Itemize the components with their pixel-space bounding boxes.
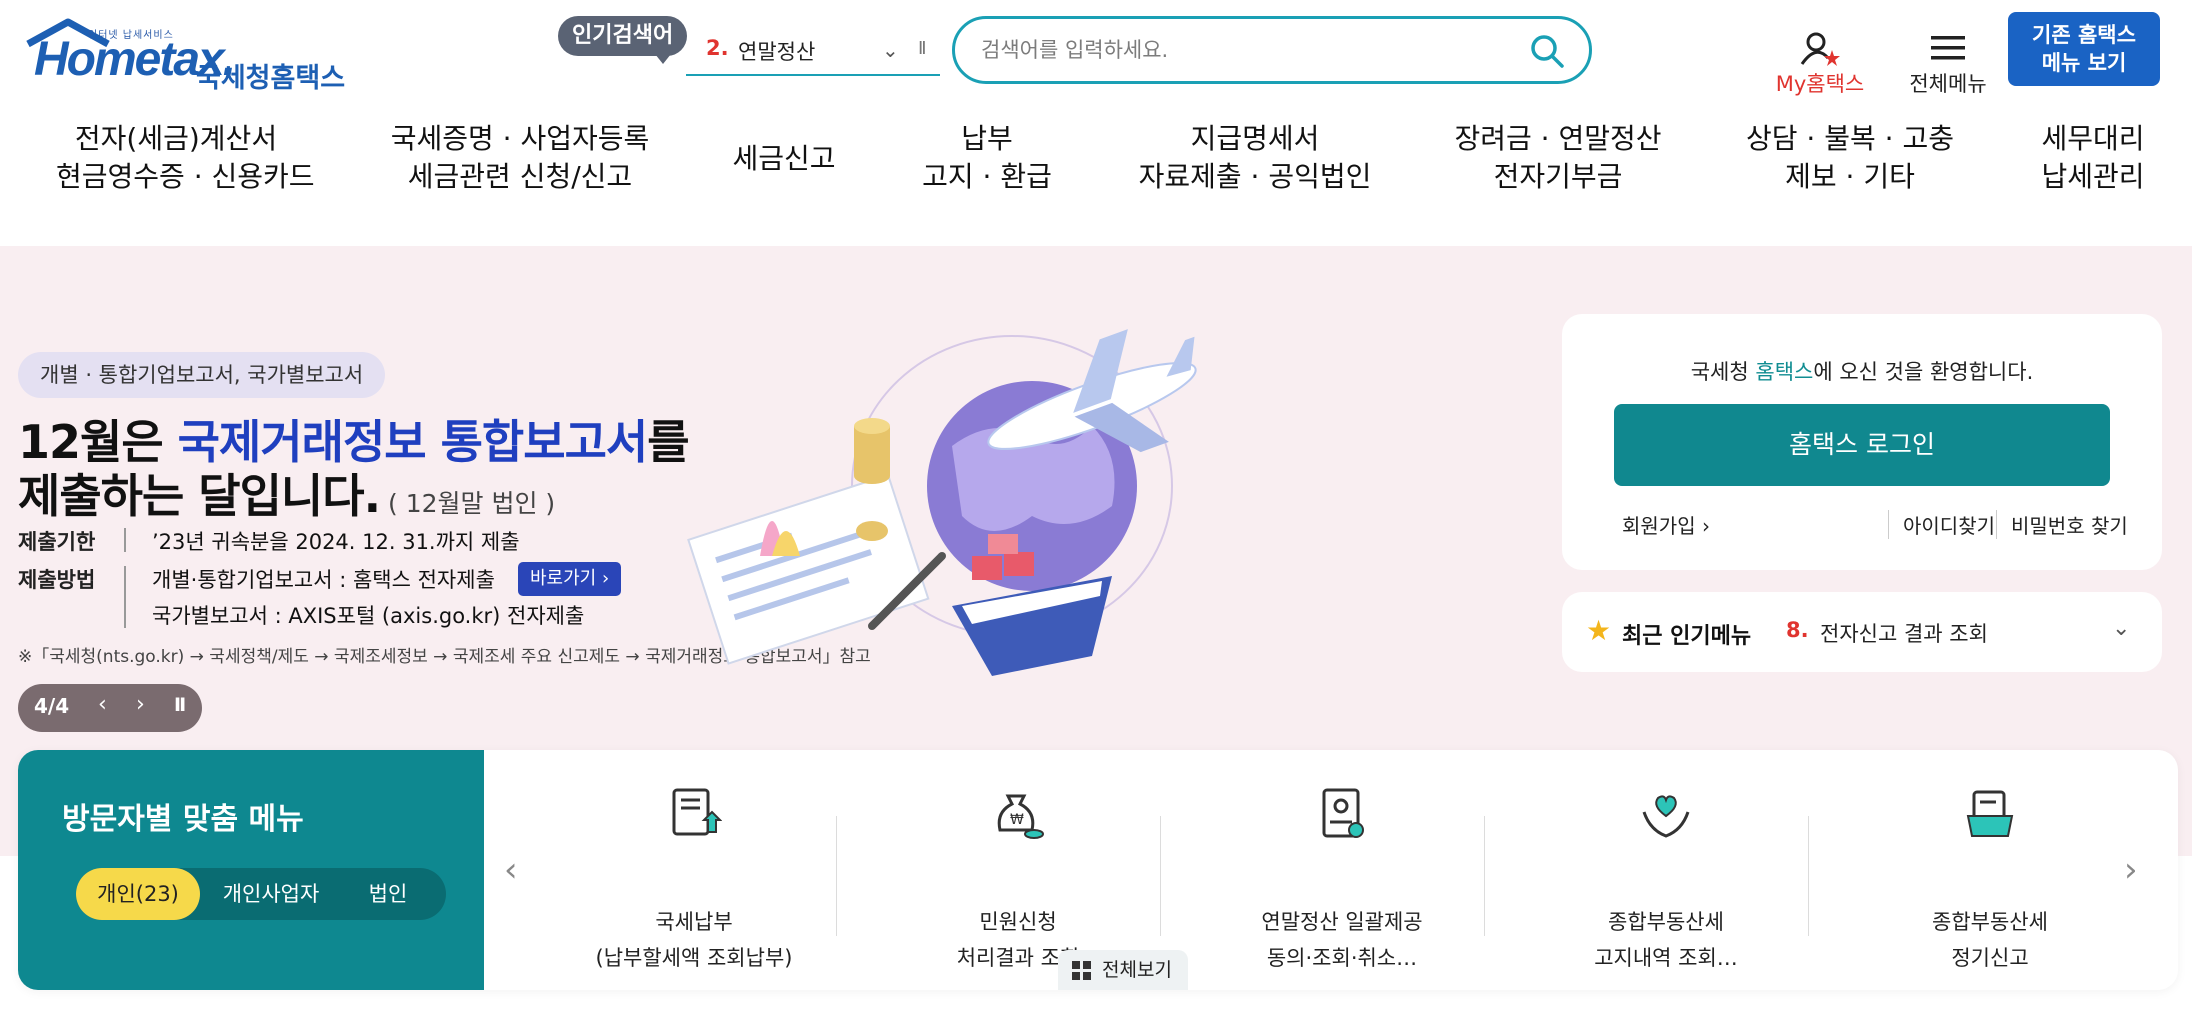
find-id-link[interactable]: 아이디찾기 [1888,510,1995,539]
deadline-label: 제출기한 [18,530,96,554]
folder-document-icon [1966,790,2014,837]
service-line2: 정기신고 [1951,946,2029,970]
service-line2: (납부할세액 조회납부) [595,946,793,970]
legacy-menu-button[interactable]: 기존 홈택스 메뉴 보기 [2008,12,2160,86]
nav-item-incentives[interactable]: 장려금 · 연말정산 전자기부금 [1448,120,1668,196]
divider [836,816,837,936]
method-label: 제출방법 [18,568,96,592]
my-hometax-button[interactable]: My홈택스 [1770,26,1870,96]
recent-item[interactable]: 전자신고 결과 조회 [1820,618,1988,648]
tax-payment-icon [672,788,722,836]
grid-icon [1072,961,1091,980]
all-menu-label: 전체메뉴 [1909,72,1987,96]
nav-item-tax-filing[interactable]: 세금신고 [714,140,854,178]
service-line1: 민원신청 [979,910,1057,934]
deadline-value: ’23년 귀속분을 2024. 12. 31.까지 제출 [152,530,520,554]
divider [124,566,126,628]
heart-hands-icon [1642,795,1690,838]
service-line1: 종합부동산세 [1932,910,2048,934]
tab-individual[interactable]: 개인(23) [76,868,200,920]
method-value-2: 국가별보고서 : AXIS포털 (axis.go.kr) 전자제출 [152,604,585,628]
legacy-line1: 기존 홈택스 [2032,23,2136,47]
chevron-down-icon[interactable]: ⌄ [2112,616,2130,641]
find-password-link[interactable]: 비밀번호 찾기 [1996,510,2128,539]
service-line1: 국세납부 [655,910,733,934]
nav-item-e-invoice[interactable]: 전자(세금)계산서 현금영수증 · 신용카드 [56,120,315,196]
signup-link[interactable]: 회원가입 › [1622,510,1710,539]
popular-search-tag: 인기검색어 [558,16,688,64]
banner-pager: 4/4 ‹ › II [18,684,202,732]
service-line2: 고지내역 조회… [1594,946,1738,970]
pause-icon[interactable]: II [918,38,927,59]
service-line2: 동의·조회·취소… [1266,946,1418,970]
service-tax-payment[interactable]: 국세납부 (납부할세액 조회납부) [574,786,814,970]
hometax-logo[interactable]: 인터넷 납세서비스 Hometax. 국세청홈택스 [20,14,350,94]
search-icon[interactable] [1529,33,1565,69]
my-hometax-label: My홈택스 [1775,72,1865,96]
star-icon: ★ [1586,614,1612,647]
popular-keyword[interactable]: 연말정산 [738,36,815,66]
user-star-icon [1800,32,1840,66]
logo-korean: 국세청홈택스 [196,63,346,94]
chevron-down-icon[interactable]: ⌄ [882,38,899,62]
chevron-right-icon[interactable]: › [2124,850,2138,890]
svg-text:₩: ₩ [1010,812,1024,828]
service-line1: 종합부동산세 [1608,910,1724,934]
service-comprehensive-real-estate-notice[interactable]: 종합부동산세 고지내역 조회… [1546,786,1786,970]
recent-rank: 8. [1786,618,1809,642]
see-all-button[interactable]: 전체보기 [1058,950,1188,990]
go-button[interactable]: 바로가기 › [518,562,622,596]
visitor-menu: 방문자별 맞춤 메뉴 개인(23) 개인사업자 법인 ‹ 국세납부 (납부할세액… [18,750,2178,990]
hamburger-menu-icon [1931,36,1965,60]
login-card: 국세청 홈택스에 오신 것을 환영합니다. 홈택스 로그인 회원가입 › 아이디… [1562,314,2162,570]
popular-rank: 2. [706,36,729,60]
pause-icon[interactable]: II [174,694,186,716]
nav-item-tax-agent[interactable]: 세무대리 납세관리 [2028,120,2158,196]
nav-item-statements[interactable]: 지급명세서 자료제출 · 공익법인 [1130,120,1380,196]
legacy-line2: 메뉴 보기 [2041,51,2127,75]
nav-item-payment[interactable]: 납부 고지 · 환급 [912,120,1062,196]
nav-item-consultation[interactable]: 상담 · 불복 · 고충 제보 · 기타 [1740,120,1960,196]
method-value-1: 개별·통합기업보고서 : 홈택스 전자제출 [152,568,495,592]
see-all-label: 전체보기 [1102,959,1172,981]
recent-title: 최근 인기메뉴 [1622,624,1752,649]
banner-badge: 개별 · 통합기업보고서, 국가별보고서 [18,352,386,398]
divider [1808,816,1809,936]
tab-corporation[interactable]: 법인 [340,868,436,920]
service-year-end-settlement[interactable]: 연말정산 일괄제공 동의·조회·취소… [1222,786,1462,970]
search-box [952,16,1592,84]
service-civil-petition[interactable]: ₩ 민원신청 처리결과 조회 [898,786,1138,970]
all-menu-button[interactable]: 전체메뉴 [1898,26,1998,96]
service-comprehensive-real-estate-filing[interactable]: 종합부동산세 정기신고 [1870,786,2110,970]
banner-headline-2: 제출하는 달입니다. ( 12월말 법인 ) [18,469,556,523]
certificate-icon [1322,788,1364,838]
tab-sole-proprietor[interactable]: 개인사업자 [206,868,336,920]
recent-popular-menu[interactable]: ★ 최근 인기메뉴 8. 전자신고 결과 조회 ⌄ [1562,592,2162,672]
chevron-left-icon[interactable]: ‹ [504,850,518,890]
divider [124,528,126,552]
visitor-type-tabs: 개인(23) 개인사업자 법인 [76,868,446,920]
chevron-right-icon[interactable]: › [136,692,145,717]
welcome-text: 국세청 홈택스에 오신 것을 환영합니다. [1690,360,2034,384]
visitor-menu-title: 방문자별 맞춤 메뉴 [62,802,304,837]
visitor-menu-panel: 방문자별 맞춤 메뉴 개인(23) 개인사업자 법인 [18,750,484,990]
service-line1: 연말정산 일괄제공 [1261,910,1423,934]
popular-keyword-rotator[interactable]: 2. 연말정산 ⌄ II [686,34,940,76]
nav-item-certificates[interactable]: 국세증명 · 사업자등록 세금관련 신청/신고 [380,120,660,196]
search-input[interactable] [981,33,1501,67]
chevron-left-icon[interactable]: ‹ [98,692,107,717]
login-button[interactable]: 홈택스 로그인 [1614,404,2110,486]
banner-illustration [687,329,1197,676]
divider [1160,816,1161,936]
main-nav: 전자(세금)계산서 현금영수증 · 신용카드 국세증명 · 사업자등록 세금관련 신… [0,120,2192,200]
header: 인터넷 납세서비스 Hometax. 국세청홈택스 인기검색어 2. 연말정산 … [0,0,2192,100]
divider [1484,816,1485,936]
pager-count: 4/4 [34,694,70,718]
banner-headline-note: ( 12월말 법인 ) [380,489,556,518]
money-bag-icon: ₩ [997,794,1044,839]
